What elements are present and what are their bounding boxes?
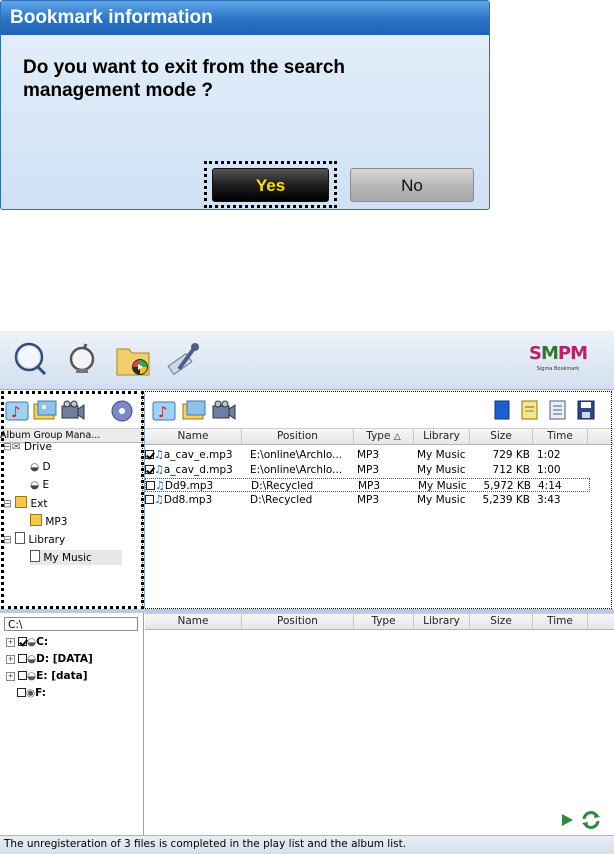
status-bar: The unregisteration of 3 files is comple… <box>0 835 614 854</box>
notepad-icon[interactable] <box>519 399 545 423</box>
tree-item-e[interactable]: ◒ E <box>30 478 49 492</box>
no-button[interactable]: No <box>350 168 474 202</box>
path-display[interactable]: C:\ <box>4 617 138 631</box>
document-icon <box>30 550 40 562</box>
drive-item-c[interactable]: + ◒C: <box>6 635 48 649</box>
lower-list-panel: Name Position Type Library Size Time <box>145 613 614 835</box>
table-row[interactable]: ♫Dd9.mp3 D:\Recycled MP3 My Music 5,972 … <box>145 478 590 492</box>
music-note-icon: ♫ <box>154 448 164 461</box>
svg-text:♪: ♪ <box>158 403 168 421</box>
drive-item-e[interactable]: + ◒E: [data] <box>6 669 88 683</box>
column-header-position[interactable]: Position <box>242 429 354 444</box>
tree-item-mp3[interactable]: MP3 <box>30 514 67 529</box>
drive-checkbox[interactable] <box>18 654 27 663</box>
expand-icon[interactable]: + <box>6 638 15 647</box>
search-icon[interactable] <box>10 339 50 379</box>
main-toolbar: SMPM Sigma Bookmark <box>0 331 614 390</box>
column-header-position[interactable]: Position <box>242 614 354 629</box>
column-header-library[interactable]: Library <box>414 614 470 629</box>
music-tab-icon[interactable]: ♪ <box>4 399 30 423</box>
column-header-name[interactable]: Name <box>145 614 242 629</box>
tree-item-library[interactable]: ⊟ Library <box>3 532 65 547</box>
save-icon[interactable] <box>575 399 601 423</box>
tree-item-drive[interactable]: ⊟✉ Drive <box>3 440 52 454</box>
picture-tab-icon[interactable] <box>181 399 207 423</box>
yes-button[interactable]: Yes <box>212 168 329 202</box>
drive-panel: C:\ + ◒C: + ◒D: [DATA] + ◒E: [data] ◉F: <box>0 613 144 835</box>
lower-list-header: Name Position Type Library Size Time <box>145 613 614 630</box>
tools-icon[interactable] <box>163 339 203 379</box>
expand-icon[interactable]: + <box>6 655 15 664</box>
book-icon[interactable] <box>491 399 517 423</box>
row-checkbox[interactable] <box>146 481 155 490</box>
tree-item-d[interactable]: ◒ D <box>30 460 51 474</box>
column-header-name[interactable]: Name <box>145 429 242 444</box>
row-checkbox[interactable] <box>145 450 154 459</box>
drive-icon: ◒ <box>27 670 37 682</box>
cd-drive-icon: ◉ <box>26 687 36 699</box>
row-checkbox[interactable] <box>145 465 154 474</box>
file-list-header: Name Position Type △ Library Size Time <box>145 428 614 445</box>
column-header-size[interactable]: Size <box>470 614 533 629</box>
list-icon[interactable] <box>547 399 573 423</box>
disc-tab-icon[interactable] <box>110 399 136 423</box>
sort-ascending-icon: △ <box>393 432 401 442</box>
table-row[interactable]: ♫a_cav_d.mp3 E:\online\Archlo... MP3 My … <box>145 463 614 477</box>
app-window: SMPM Sigma Bookmark ♪ Album Group Mana..… <box>0 331 614 854</box>
column-header-type[interactable]: Type <box>354 614 414 629</box>
svg-text:♪: ♪ <box>11 403 21 421</box>
drive-item-f[interactable]: ◉F: <box>17 686 46 700</box>
dialog-message-line2: management mode ? <box>23 80 214 101</box>
table-row[interactable]: ♫a_cav_e.mp3 E:\online\Archlo... MP3 My … <box>145 448 614 462</box>
tree-item-my-music[interactable]: My Music <box>30 550 122 565</box>
music-note-icon: ♫ <box>154 463 164 476</box>
dialog-title: Bookmark information <box>1 1 489 35</box>
video-tab-icon[interactable] <box>60 399 86 423</box>
drive-icon: ◒ <box>30 461 40 473</box>
drive-checkbox[interactable] <box>18 671 27 680</box>
drive-icon: ◒ <box>30 479 40 491</box>
refresh-icon[interactable] <box>580 809 602 831</box>
column-header-type[interactable]: Type △ <box>354 429 414 444</box>
bookmark-dialog: Bookmark information Do you want to exit… <box>0 0 490 210</box>
app-logo: SMPM Sigma Bookmark <box>529 343 588 372</box>
video-tab-icon[interactable] <box>211 399 237 423</box>
column-header-time[interactable]: Time <box>533 429 588 444</box>
music-note-icon: ♫ <box>155 479 165 492</box>
folder-icon <box>15 496 28 508</box>
file-list-panel: ♪ Name Position Type △ Library Size Time… <box>145 393 614 608</box>
column-header-time[interactable]: Time <box>533 614 588 629</box>
row-checkbox[interactable] <box>145 495 154 504</box>
play-icon[interactable] <box>560 813 574 827</box>
drive-icon: ◒ <box>27 653 37 665</box>
drive-icon: ◒ <box>27 636 37 648</box>
music-note-icon: ♫ <box>154 493 164 506</box>
expand-icon[interactable]: + <box>6 672 15 681</box>
picture-tab-icon[interactable] <box>32 399 58 423</box>
drive-item-d[interactable]: + ◒D: [DATA] <box>6 652 93 666</box>
document-icon <box>15 532 26 544</box>
dialog-message: Do you want to exit from the search mana… <box>23 56 423 102</box>
folder-media-icon[interactable] <box>113 339 153 379</box>
drive-checkbox[interactable] <box>18 637 27 646</box>
drive-checkbox[interactable] <box>17 688 26 697</box>
dialog-message-line1: Do you want to exit from the search <box>23 57 345 78</box>
tree-item-ext[interactable]: ⊟ Ext <box>3 496 47 511</box>
column-header-library[interactable]: Library <box>414 429 470 444</box>
magnifier-outline-icon[interactable] <box>62 339 102 379</box>
music-tab-icon[interactable]: ♪ <box>151 399 177 423</box>
column-header-size[interactable]: Size <box>470 429 533 444</box>
album-group-panel: ♪ Album Group Mana... ⊟✉ Drive ◒ D ◒ E ⊟… <box>0 393 145 608</box>
table-row[interactable]: ♫Dd8.mp3 D:\Recycled MP3 My Music 5,239 … <box>145 493 614 507</box>
folder-icon <box>30 514 42 526</box>
